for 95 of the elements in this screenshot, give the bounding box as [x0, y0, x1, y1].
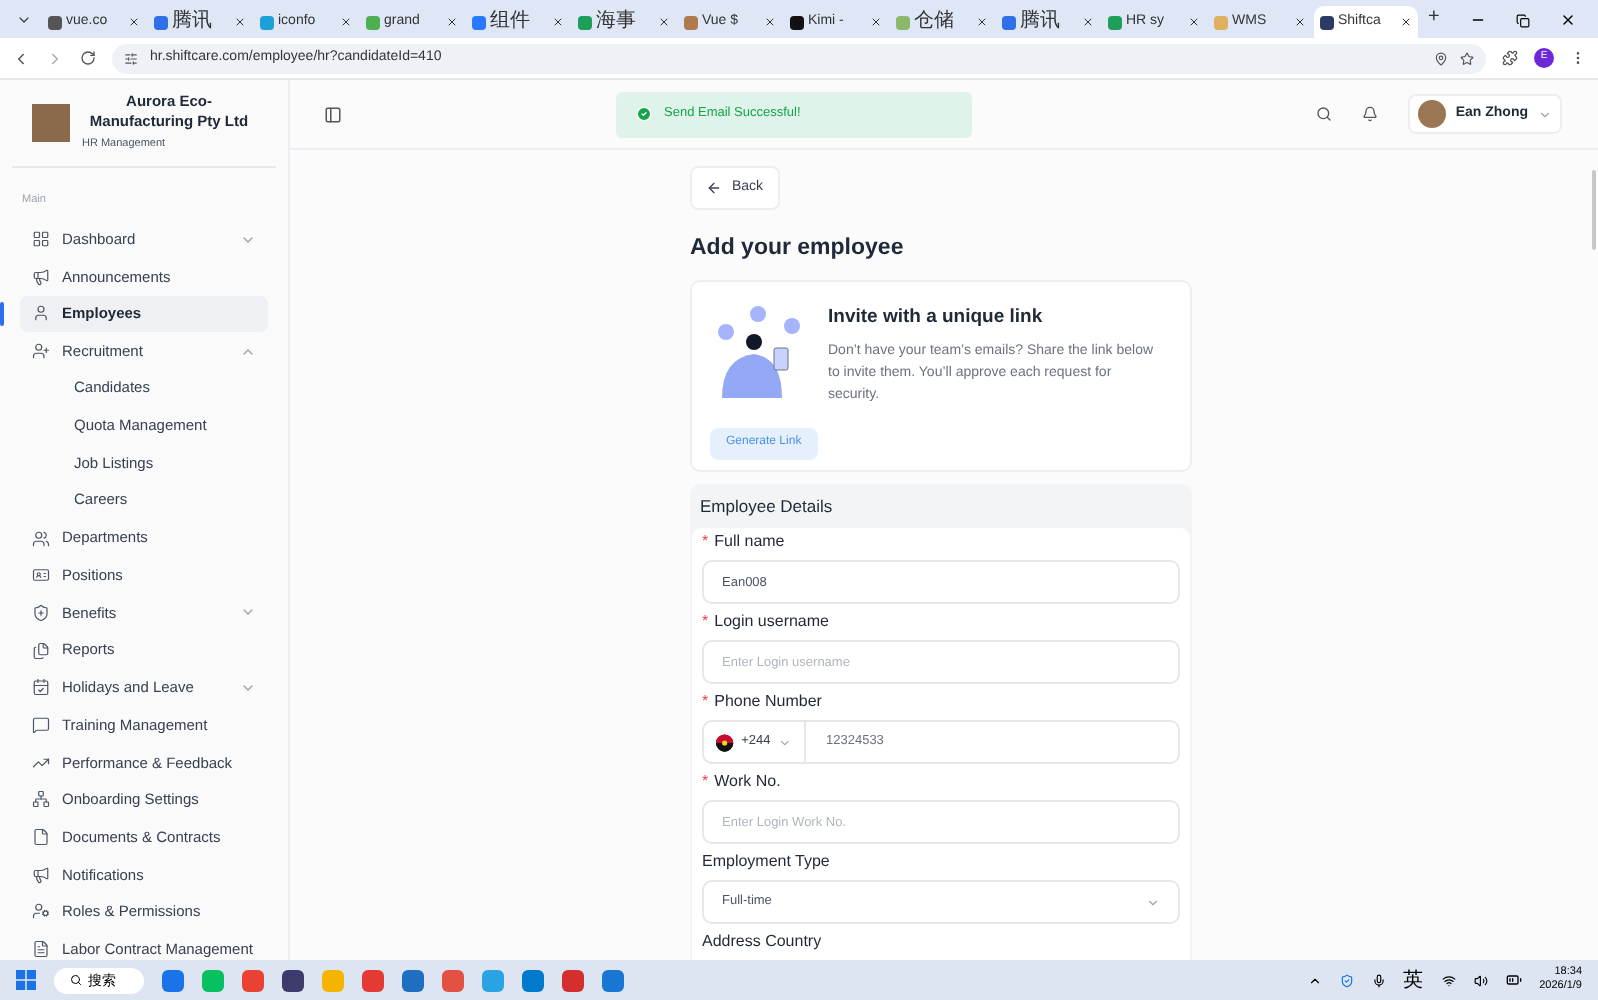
person-gear-icon: [32, 902, 50, 921]
site-icon: [790, 15, 804, 29]
field-label: Employment Type: [702, 850, 830, 875]
person-plus-icon: [32, 342, 50, 361]
browser-tab[interactable]: 组件: [466, 6, 570, 38]
app-icon[interactable]: [162, 969, 184, 991]
chevron-down-icon: [778, 735, 792, 750]
close-icon[interactable]: [552, 16, 564, 28]
star-icon[interactable]: [1460, 51, 1474, 65]
app-icon[interactable]: [522, 969, 544, 991]
close-icon[interactable]: [446, 16, 458, 28]
app-icon[interactable]: [562, 969, 584, 991]
browser-tab[interactable]: 海事: [572, 6, 676, 38]
grid-icon: [32, 230, 50, 248]
close-icon[interactable]: [340, 16, 352, 28]
document-icon: [32, 940, 50, 959]
files-icon: [32, 641, 50, 660]
close-icon[interactable]: [658, 16, 670, 28]
close-icon[interactable]: [1400, 16, 1412, 28]
site-icon: [684, 15, 698, 29]
shield-icon: [32, 603, 50, 622]
new-tab-button[interactable]: +: [1428, 2, 1440, 32]
required-mark: *: [702, 690, 709, 715]
field-label: Login username: [714, 610, 829, 635]
app-icon[interactable]: [402, 969, 424, 991]
site-settings-icon[interactable]: [124, 51, 138, 65]
scrollbar-thumb[interactable]: [1592, 170, 1596, 250]
required-mark: *: [702, 610, 709, 635]
app-icon[interactable]: [282, 969, 304, 991]
sidebar-toggle-icon[interactable]: [324, 105, 342, 123]
field-label: Work No.: [714, 770, 781, 795]
browser-tab[interactable]: 腾讯: [148, 6, 252, 38]
arrow-left-icon: [706, 180, 722, 196]
close-icon[interactable]: [234, 16, 246, 28]
site-icon: [48, 15, 62, 29]
close-icon[interactable]: [1082, 16, 1094, 28]
field-label: Address Country: [702, 930, 822, 955]
id-card-icon: [32, 566, 50, 585]
reload-icon[interactable]: [80, 50, 96, 66]
chevron-down-icon: [1146, 895, 1160, 910]
site-icon: [366, 15, 380, 29]
tab-list-icon[interactable]: [16, 12, 32, 28]
shield-icon[interactable]: [1339, 973, 1354, 987]
trend-icon: [32, 753, 50, 772]
speaker-icon[interactable]: [1473, 973, 1488, 987]
calendar-icon: [32, 678, 50, 697]
close-icon[interactable]: [764, 16, 776, 28]
battery-icon[interactable]: [1505, 972, 1522, 988]
input-method-indicator[interactable]: 英: [1403, 965, 1424, 995]
chevron-down-icon: [1538, 107, 1552, 121]
search-icon: [70, 974, 82, 986]
close-icon[interactable]: [128, 16, 140, 28]
document-icon: [32, 828, 50, 846]
site-icon: [1214, 15, 1228, 29]
browser-tab[interactable]: 腾讯: [996, 6, 1100, 38]
close-icon[interactable]: [976, 16, 988, 28]
close-icon[interactable]: [1294, 16, 1306, 28]
close-icon[interactable]: [1188, 16, 1200, 28]
site-icon: [1108, 15, 1122, 29]
close-icon[interactable]: [870, 16, 882, 28]
browser-tab[interactable]: 仓储: [890, 6, 994, 38]
wifi-icon[interactable]: [1441, 973, 1456, 987]
check-icon: [636, 106, 652, 122]
megaphone-icon: [32, 267, 50, 286]
required-mark: *: [702, 530, 709, 555]
location-icon[interactable]: [1434, 51, 1448, 65]
site-icon: [578, 15, 592, 29]
field-label: Full name: [714, 530, 785, 555]
people-icon: [32, 529, 50, 547]
invite-title: Invite with a unique link: [828, 304, 1045, 333]
site-icon: [154, 15, 168, 29]
close-icon[interactable]: [1560, 12, 1576, 28]
microphone-icon[interactable]: [1371, 973, 1386, 987]
bell-icon[interactable]: [1361, 106, 1378, 122]
site-icon: [472, 15, 486, 29]
site-icon: [260, 15, 274, 29]
field-label: Phone Number: [714, 690, 822, 715]
restore-icon[interactable]: [1516, 14, 1530, 28]
search-icon[interactable]: [1315, 106, 1332, 122]
message-icon: [32, 715, 50, 734]
extensions-icon[interactable]: [1502, 50, 1518, 66]
chevron-up-icon[interactable]: [1307, 973, 1322, 987]
section-heading: Employee Details: [698, 493, 835, 520]
page-title: Add your employee: [690, 234, 906, 264]
site-icon: [1320, 15, 1334, 29]
flag-icon: [716, 733, 734, 752]
person-icon: [32, 304, 50, 323]
site-icon: [896, 15, 910, 29]
site-icon: [1002, 15, 1016, 29]
logo-photo-placeholder: [32, 104, 70, 142]
app-icon[interactable]: [602, 969, 624, 991]
megaphone-icon: [32, 865, 50, 884]
network-icon: [32, 790, 50, 809]
required-mark: *: [702, 770, 709, 795]
start-icon[interactable]: [16, 970, 36, 990]
